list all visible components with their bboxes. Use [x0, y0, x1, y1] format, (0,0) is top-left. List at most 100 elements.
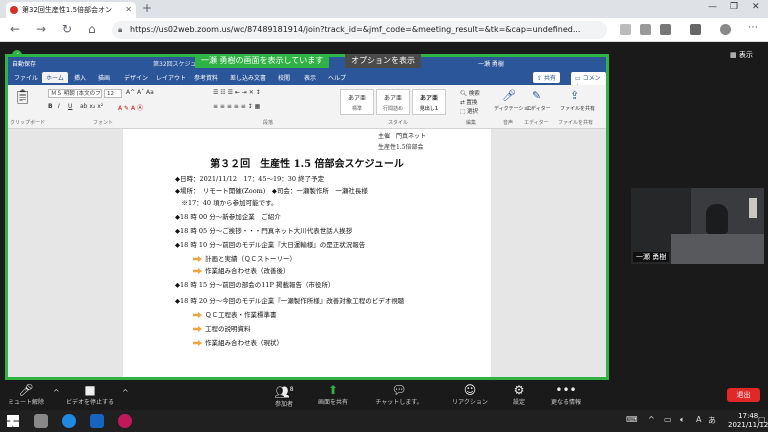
group-editor: エディター: [524, 120, 549, 126]
mute-button[interactable]: 🎤︎ ミュート解除: [4, 383, 48, 406]
network-icon[interactable]: ▭: [664, 415, 672, 424]
bold-icon[interactable]: B: [48, 103, 53, 110]
notifications-icon[interactable]: ▢: [758, 415, 766, 424]
word-tab-review[interactable]: 校閲: [278, 73, 290, 82]
share-screen-button[interactable]: ⬆ 画面を共有: [313, 383, 353, 406]
style-no-spacing[interactable]: あア亜 行間詰め: [376, 89, 410, 115]
share-banner-text: 一瀬 勇樹の画面を表示しています: [201, 56, 324, 65]
profile-avatar[interactable]: [720, 24, 731, 35]
doc-header-line: 主催 門真ネット: [378, 133, 427, 140]
editor-icon[interactable]: ✎: [532, 89, 541, 102]
camera-icon: ■: [84, 383, 96, 397]
tab-title: 第32回生産性1.5倍部会オン: [22, 6, 113, 14]
ie-icon[interactable]: [90, 414, 104, 428]
word-tab-references[interactable]: 参考資料: [194, 73, 218, 82]
autosave-toggle[interactable]: 自動保存: [12, 59, 36, 68]
edge-icon[interactable]: [62, 414, 76, 428]
home-icon[interactable]: ⌂: [88, 22, 96, 36]
style-normal[interactable]: あア亜 標準: [340, 89, 374, 115]
paste-icon[interactable]: 📋︎: [14, 89, 32, 105]
participants-button[interactable]: 👥︎8 参加者: [268, 383, 300, 408]
audio-options-chevron-icon[interactable]: ^: [53, 388, 60, 397]
italic-icon[interactable]: I: [58, 103, 60, 110]
favorites-icon[interactable]: [640, 24, 651, 35]
underline-icon[interactable]: U: [68, 103, 72, 110]
style-heading1[interactable]: あア亜 見出し1: [412, 89, 446, 115]
bullet-arrow-icon: [193, 340, 202, 346]
tab-close-icon[interactable]: ✕: [125, 2, 132, 18]
minimize-icon[interactable]: —: [708, 2, 717, 12]
ime-a-icon[interactable]: A: [696, 415, 701, 424]
word-share-button[interactable]: ⇪ 共有: [533, 72, 560, 83]
style-normal-name: 標準: [351, 106, 362, 112]
chat-button[interactable]: 💬︎ チャットします。: [370, 383, 428, 406]
word-tab-design[interactable]: デザイン: [124, 73, 148, 82]
group-font: フォント: [93, 120, 114, 126]
font-size-field[interactable]: 12: [104, 89, 122, 98]
font-grow-icon[interactable]: A^ Aˇ Aa: [126, 89, 154, 96]
volume-icon[interactable]: 🔈︎: [680, 415, 685, 425]
doc-line-text: ◆18 時 15 分～前回の部会の11P 掲載報告（市役所）: [175, 281, 335, 289]
word-tab-draw[interactable]: 描画: [98, 73, 110, 82]
style-heading1-preview: あア亜: [419, 95, 438, 102]
tray-chevron-icon[interactable]: ^: [648, 415, 655, 424]
grid-icon: ▦: [730, 51, 737, 59]
extensions-icon[interactable]: [690, 24, 701, 35]
share-file-icon[interactable]: ⇪: [570, 89, 579, 102]
url-field[interactable]: 🔒︎ https://us02web.zoom.us/wc/8748918191…: [112, 21, 607, 39]
browser-menu-icon[interactable]: ⋯: [748, 22, 758, 33]
close-window-icon[interactable]: ✕: [752, 2, 760, 12]
doc-header-line: 生産性1.5倍部会: [378, 144, 424, 151]
video-options-chevron-icon[interactable]: ^: [122, 388, 129, 397]
video-desk: [671, 234, 764, 264]
zoom-meeting-area: ✓ 一瀬 勇樹の画面を表示しています オプションを表示 ▦ 表示 自動保存 第3…: [0, 42, 768, 380]
doc-line-text: 計画と実績（ＱＣストーリー）: [205, 255, 296, 263]
word-tab-file[interactable]: ファイル: [14, 73, 38, 82]
leave-button[interactable]: 退出: [727, 388, 760, 402]
task-view-icon[interactable]: [34, 414, 48, 428]
reload-icon[interactable]: ↻: [62, 22, 72, 36]
view-button[interactable]: ▦ 表示: [730, 50, 753, 60]
read-aloud-icon[interactable]: [620, 24, 631, 35]
video-button[interactable]: ■ ビデオを停止する: [62, 383, 118, 406]
forward-icon[interactable]: →: [36, 22, 46, 36]
group-share-file: ファイルを共有: [558, 120, 594, 126]
participant-video[interactable]: 一瀬 勇樹: [631, 188, 764, 264]
doc-line: ◆18 時 10 分～前回のモデル企業『大日運輸様』の是正状況報告: [175, 239, 365, 249]
more-button[interactable]: ••• 更なる情報: [544, 383, 588, 406]
list-icons[interactable]: ☰ ☷ ☰ ⇤ ⇥ ✕ ↕: [213, 89, 261, 96]
back-icon[interactable]: ←: [10, 22, 20, 36]
replace-button[interactable]: ⇄ 置換: [460, 98, 477, 106]
reactions-button[interactable]: ☺ リアクション: [446, 383, 494, 406]
font-name-field[interactable]: ＭＳ 明朝 (本文のフ: [48, 89, 102, 98]
new-tab-icon[interactable]: +: [142, 1, 152, 15]
collections-icon[interactable]: [660, 24, 671, 35]
word-tab-mailings[interactable]: 差し込み文書: [230, 73, 266, 82]
app-icon[interactable]: [118, 414, 132, 428]
bullet-arrow-icon: [193, 326, 202, 332]
font-color-icon[interactable]: A ✎ A Ⓐ: [118, 103, 143, 112]
doc-line: ＱＣ工程表・作業標準書: [193, 309, 277, 319]
maximize-icon[interactable]: ❐: [730, 2, 738, 12]
start-icon[interactable]: [7, 415, 19, 427]
select-button[interactable]: ⬚ 選択: [460, 107, 478, 115]
keyboard-icon[interactable]: ⌨: [626, 415, 638, 424]
doc-line-text: ◆日時：2021/11/12 17：45～19：30 終了予定: [175, 175, 325, 183]
align-icons[interactable]: ≡ ≡ ≡ ≡ ≡ ↕ ▦: [213, 103, 260, 110]
word-tab-home[interactable]: ホーム: [42, 72, 68, 83]
word-tab-layout[interactable]: レイアウト: [156, 73, 186, 82]
shared-screen: 自動保存 第32回スケジュール_2021.11... 一瀬 勇樹 ファイル ホー…: [5, 54, 609, 380]
word-tab-view[interactable]: 表示: [304, 73, 316, 82]
editor-label: エディター: [526, 106, 551, 112]
ime-mode[interactable]: あ: [708, 415, 716, 426]
gear-icon: ⚙: [513, 383, 525, 397]
view-options-button[interactable]: オプションを表示: [345, 54, 421, 68]
document-page[interactable]: 主催 門真ネット 生産性1.5倍部会 第３２回 生産性 1.5 倍部会スケジュー…: [123, 129, 491, 377]
word-tab-help[interactable]: ヘルプ: [328, 73, 346, 82]
strikethrough-icon[interactable]: ab x₂ x²: [80, 103, 103, 110]
word-tab-insert[interactable]: 挿入: [74, 73, 86, 82]
browser-tab[interactable]: 第32回生産性1.5倍部会オン ✕: [6, 2, 136, 18]
find-button[interactable]: 🔍︎ 検索: [460, 89, 480, 97]
dictate-icon[interactable]: 🎤︎: [502, 89, 516, 102]
settings-button[interactable]: ⚙ 設定: [505, 383, 533, 406]
